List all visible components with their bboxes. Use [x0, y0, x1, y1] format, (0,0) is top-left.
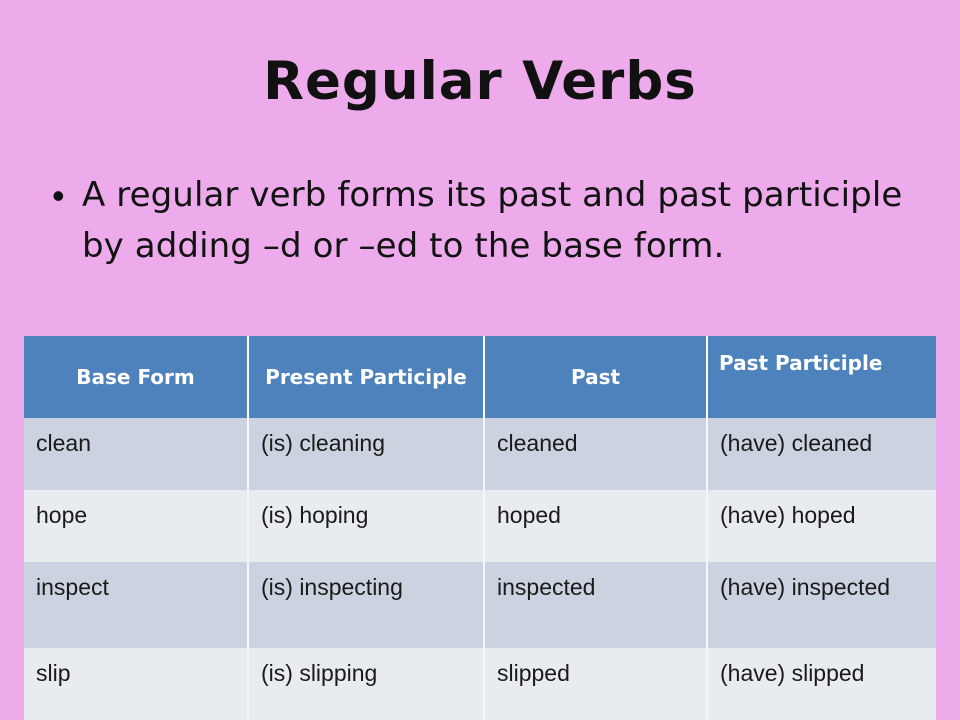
cell-present-participle: (is) slipping: [248, 648, 485, 720]
table-row: inspect (is) inspecting inspected (have)…: [24, 562, 936, 648]
list-item: • A regular verb forms its past and past…: [52, 170, 932, 272]
column-header-base-form: Base Form: [24, 336, 249, 418]
bullet-item-text: A regular verb forms its past and past p…: [82, 175, 903, 266]
cell-past: hoped: [484, 490, 708, 562]
column-header-past: Past: [484, 336, 708, 418]
cell-base-form: slip: [24, 648, 249, 720]
cell-present-participle: (is) inspecting: [248, 562, 485, 648]
cell-present-participle: (is) hoping: [248, 490, 485, 562]
table-row: clean (is) cleaning cleaned (have) clean…: [24, 418, 936, 490]
regular-verbs-table: Base Form Present Participle Past Past P…: [24, 336, 936, 720]
table-row: hope (is) hoping hoped (have) hoped: [24, 490, 936, 562]
column-header-present-participle: Present Participle: [248, 336, 485, 418]
cell-past: inspected: [484, 562, 708, 648]
cell-base-form: inspect: [24, 562, 249, 648]
page-title: Regular Verbs: [263, 51, 697, 112]
cell-past-participle: (have) inspected: [707, 562, 936, 648]
cell-present-participle: (is) cleaning: [248, 418, 485, 490]
cell-past-participle: (have) hoped: [707, 490, 936, 562]
cell-base-form: clean: [24, 418, 249, 490]
slide-canvas: Regular Verbs • A regular verb forms its…: [0, 0, 960, 720]
table-row: slip (is) slipping slipped (have) slippe…: [24, 648, 936, 720]
cell-base-form: hope: [24, 490, 249, 562]
column-header-past-participle: Past Participle: [707, 336, 936, 418]
cell-past: cleaned: [484, 418, 708, 490]
table-header-row: Base Form Present Participle Past Past P…: [24, 336, 936, 418]
cell-past: slipped: [484, 648, 708, 720]
bullet-point-icon: •: [52, 175, 65, 216]
cell-past-participle: (have) cleaned: [707, 418, 936, 490]
bullet-list: • A regular verb forms its past and past…: [52, 170, 932, 272]
cell-past-participle: (have) slipped: [707, 648, 936, 720]
